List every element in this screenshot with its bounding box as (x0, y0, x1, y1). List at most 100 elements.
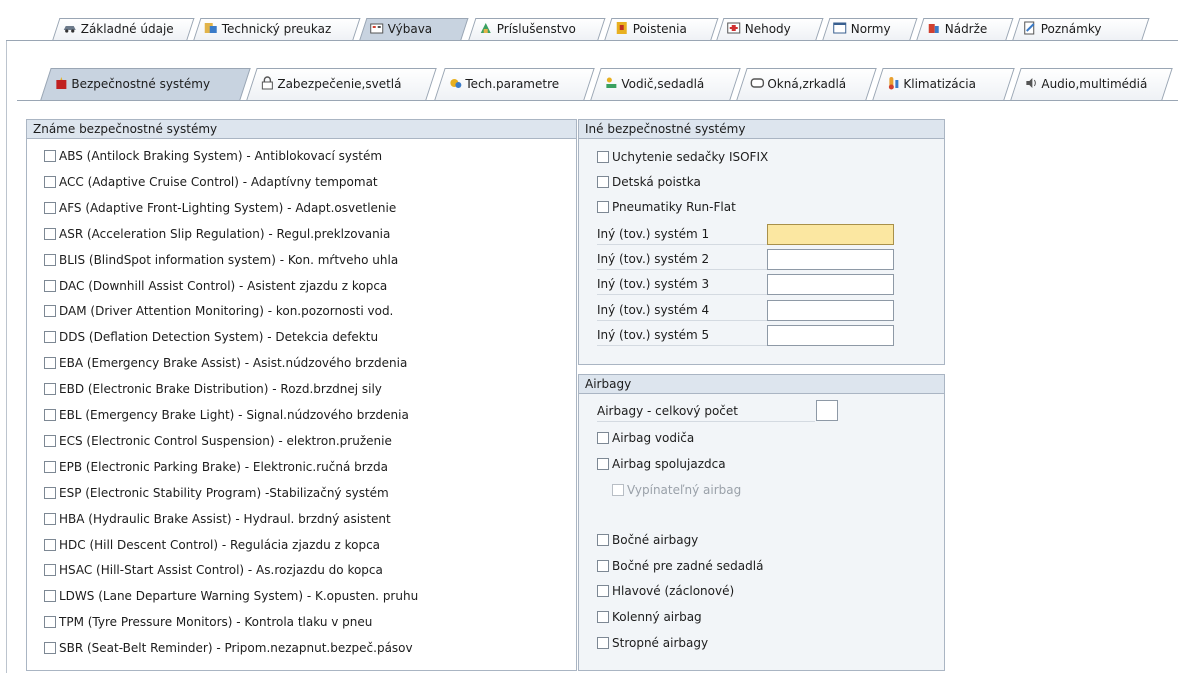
airbag-checkbox[interactable]: Stropné airbagy (597, 633, 708, 653)
checkbox[interactable] (44, 201, 56, 214)
vehicle-form: Základné údaje Technický preukaz Výbava … (0, 0, 1198, 673)
airbag-count-input[interactable] (816, 400, 838, 421)
tank-icon (927, 21, 941, 35)
tab-nehody[interactable]: Nehody (716, 18, 824, 41)
known-system-checkbox[interactable]: BLIS (BlindSpot information system) - Ko… (44, 250, 398, 270)
known-system-checkbox[interactable]: SBR (Seat-Belt Reminder) - Pripom.nezapn… (44, 638, 413, 658)
known-system-checkbox[interactable]: DDS (Deflation Detection System) - Detek… (44, 327, 378, 347)
equipment-icon (370, 21, 384, 35)
known-system-checkbox[interactable]: DAM (Driver Attention Monitoring) - kon.… (44, 301, 393, 321)
known-system-checkbox[interactable]: ASR (Acceleration Slip Regulation) - Reg… (44, 224, 390, 244)
other-system-input[interactable] (767, 299, 894, 321)
checkbox[interactable] (597, 201, 609, 213)
tab-prislusenstvo[interactable]: Príslušenstvo (468, 18, 606, 41)
accessories-icon (479, 21, 493, 35)
tab-zakladne-udaje[interactable]: Základné údaje (52, 18, 195, 41)
other-system-input[interactable] (767, 224, 894, 245)
known-system-checkbox[interactable]: HSAC (Hill-Start Assist Control) - As.ro… (44, 560, 383, 580)
insurance-icon (615, 21, 629, 35)
frame-left-border (6, 40, 7, 673)
known-system-checkbox[interactable]: DAC (Downhill Assist Control) - Asistent… (44, 276, 387, 296)
checkbox-label: LDWS (Lane Departure Warning System) - K… (59, 589, 419, 604)
tab-poistenia[interactable]: Poistenia (604, 18, 719, 41)
other-system-input[interactable] (767, 274, 894, 296)
airbag-checkbox[interactable]: Airbag vodiča (597, 428, 694, 448)
tab-technicky-preukaz[interactable]: Technický preukaz (193, 18, 361, 41)
subtab-bezpecnostne-systemy[interactable]: Bezpečnostné systémy (40, 68, 251, 101)
other-system-checkbox[interactable]: Pneumatiky Run-Flat (597, 197, 736, 217)
other-system-checkbox[interactable]: Uchytenie sedačky ISOFIX (597, 147, 768, 167)
checkbox-label: Airbag spolujazdca (612, 456, 726, 471)
other-system-input[interactable] (767, 324, 894, 346)
subtab-zabezpecenie-svetla[interactable]: Zabezpečenie,svetlá (246, 68, 437, 101)
airbag-checkbox[interactable]: Kolenný airbag (597, 607, 702, 627)
other-system-input[interactable] (767, 249, 894, 271)
checkbox[interactable] (44, 512, 56, 525)
driver-seat-icon (604, 76, 618, 90)
known-system-checkbox[interactable]: EPB (Electronic Parking Brake) - Elektro… (44, 457, 388, 477)
checkbox[interactable] (44, 434, 56, 447)
checkbox[interactable] (597, 559, 609, 572)
checkbox[interactable] (597, 611, 609, 624)
checkbox[interactable] (44, 331, 56, 344)
checkbox[interactable] (44, 150, 56, 162)
known-system-checkbox[interactable]: AFS (Adaptive Front-Lighting System) - A… (44, 198, 396, 218)
checkbox[interactable] (44, 227, 56, 240)
checkbox[interactable] (44, 279, 56, 292)
airbags-title: Airbagy (579, 375, 944, 394)
known-system-checkbox[interactable]: EBA (Emergency Brake Assist) - Asist.núd… (44, 353, 407, 373)
checkbox[interactable] (597, 534, 609, 546)
tab-poznamky[interactable]: Poznámky (1012, 18, 1150, 41)
checkbox[interactable] (44, 253, 56, 266)
checkbox[interactable] (597, 585, 609, 598)
checkbox[interactable] (597, 432, 609, 444)
sub-tabstrip: Bezpečnostné systémy Zabezpečenie,svetlá… (0, 68, 1198, 101)
subtab-audio-multimedia[interactable]: Audio,multimédiá (1010, 68, 1173, 101)
subtab-vodic-sedadla[interactable]: Vodič,sedadlá (590, 68, 741, 101)
airbag-checkbox[interactable]: Airbag spolujazdca (597, 454, 726, 474)
airbag-checkbox[interactable]: Hlavové (záclonové) (597, 581, 734, 601)
subtab-klimatizacia[interactable]: Klimatizácia (872, 68, 1015, 101)
known-system-checkbox[interactable]: LDWS (Lane Departure Warning System) - K… (44, 586, 418, 606)
tab-normy[interactable]: Normy (822, 18, 918, 41)
checkbox[interactable] (44, 590, 56, 603)
switchable-airbag-checkbox[interactable]: Vypínateľný airbag (612, 480, 741, 500)
checkbox[interactable] (44, 175, 56, 188)
checkbox[interactable] (44, 486, 56, 499)
checkbox[interactable] (44, 460, 56, 473)
checkbox[interactable] (44, 357, 56, 370)
tab-nadrze[interactable]: Nádrže (916, 18, 1014, 41)
known-system-checkbox[interactable]: ECS (Electronic Control Suspension) - el… (44, 431, 392, 451)
checkbox[interactable] (44, 642, 56, 655)
checkbox[interactable] (597, 151, 609, 163)
checkbox[interactable] (597, 176, 609, 188)
known-system-checkbox[interactable]: ESP (Electronic Stability Program) -Stab… (44, 483, 389, 503)
checkbox-label: ECS (Electronic Control Suspension) - el… (59, 433, 392, 448)
known-system-checkbox[interactable]: TPM (Tyre Pressure Monitors) - Kontrola … (44, 612, 372, 632)
checkbox-label: EBL (Emergency Brake Light) - Signal.núd… (59, 408, 409, 422)
checkbox[interactable] (612, 484, 624, 496)
tab-vybava[interactable]: Výbava (359, 18, 469, 41)
other-system-checkbox[interactable]: Detská poistka (597, 172, 701, 192)
checkbox[interactable] (44, 616, 56, 629)
checkbox[interactable] (44, 305, 56, 318)
known-system-checkbox[interactable]: HBA (Hydraulic Brake Assist) - Hydraul. … (44, 509, 391, 529)
known-system-checkbox[interactable]: HDC (Hill Descent Control) - Regulácia z… (44, 535, 380, 555)
known-system-checkbox[interactable]: ABS (Antilock Braking System) - Antiblok… (44, 146, 382, 166)
speaker-icon (1024, 76, 1038, 90)
known-system-checkbox[interactable]: EBD (Electronic Brake Distribution) - Ro… (44, 379, 382, 399)
checkbox[interactable] (597, 457, 609, 470)
subtab-tech-parametre[interactable]: Tech.parametre (434, 68, 595, 101)
airbag-checkbox[interactable]: Bočné airbagy (597, 530, 698, 550)
checkbox-label: DAM (Driver Attention Monitoring) - kon.… (59, 304, 394, 319)
checkbox[interactable] (597, 636, 609, 649)
known-system-checkbox[interactable]: ACC (Adaptive Cruise Control) - Adaptívn… (44, 172, 378, 192)
checkbox[interactable] (44, 383, 56, 396)
checkbox[interactable] (44, 409, 56, 421)
checkbox[interactable] (44, 538, 56, 551)
airbag-checkbox[interactable]: Bočné pre zadné sedadlá (597, 556, 763, 576)
known-system-checkbox[interactable]: EBL (Emergency Brake Light) - Signal.núd… (44, 405, 409, 425)
subtab-okna-zrkadla[interactable]: Okná,zrkadlá (736, 68, 877, 101)
other-system-field-label: Iný (tov.) systém 2 (597, 252, 710, 267)
checkbox[interactable] (44, 564, 56, 577)
